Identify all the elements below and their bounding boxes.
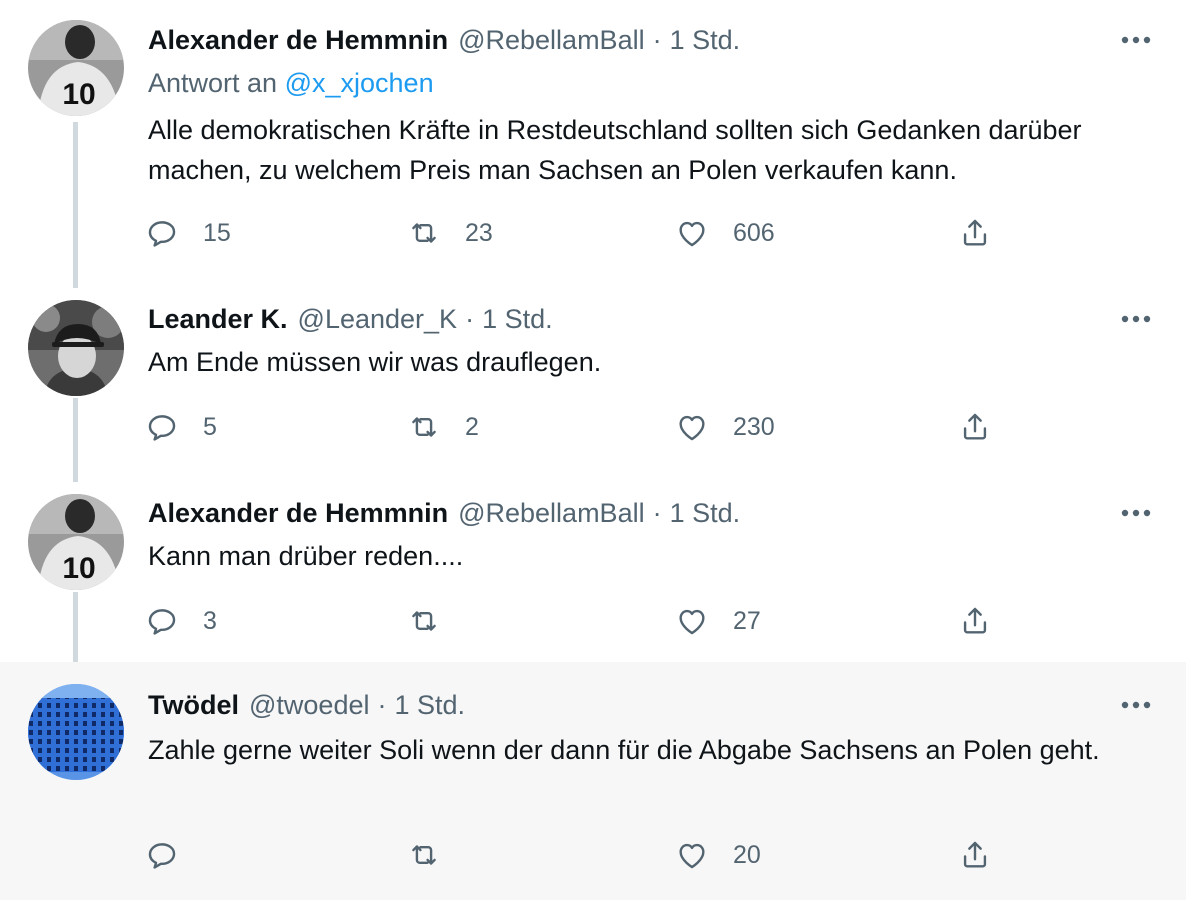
retweet-count: 2 <box>465 412 479 441</box>
separator: · <box>465 303 475 334</box>
share-button[interactable] <box>958 211 992 255</box>
like-count: 230 <box>733 412 775 441</box>
reply-button[interactable] <box>145 833 203 877</box>
like-button[interactable]: 606 <box>675 211 775 255</box>
retweet-icon <box>412 611 436 631</box>
like-count: 606 <box>733 218 775 247</box>
display-name[interactable]: Alexander de Hemmnin <box>148 498 448 529</box>
timestamp[interactable]: 1 Std. <box>394 690 465 721</box>
retweet-button[interactable]: 2 <box>407 405 479 449</box>
reply-count: 3 <box>203 606 217 635</box>
reply-icon <box>148 843 176 869</box>
tweet-actions: 15 23 606 <box>145 211 1045 255</box>
user-handle[interactable]: @Leander_K <box>298 304 458 335</box>
share-icon <box>963 841 987 868</box>
more-button[interactable] <box>1116 493 1156 533</box>
tweet[interactable]: 10 Alexander de Hemmnin @RebellamBall · … <box>0 484 1186 662</box>
avatar[interactable]: 10 <box>28 494 124 590</box>
tweet-header: Alexander de Hemmnin @RebellamBall · 1 S… <box>148 20 740 60</box>
more-horizontal-icon <box>1121 701 1151 709</box>
tweet-text: Zahle gerne weiter Soli wenn der dann fü… <box>148 735 1100 765</box>
reply-button[interactable]: 3 <box>145 599 217 643</box>
share-button[interactable] <box>958 405 992 449</box>
retweet-button[interactable] <box>407 833 465 877</box>
avatar[interactable] <box>28 300 124 396</box>
retweet-button[interactable]: 23 <box>407 211 493 255</box>
reply-button[interactable]: 5 <box>145 405 217 449</box>
avatar[interactable] <box>28 684 124 780</box>
heart-icon <box>679 221 705 247</box>
retweet-icon <box>412 845 436 865</box>
more-button[interactable] <box>1116 20 1156 60</box>
more-button[interactable] <box>1116 685 1156 725</box>
retweet-icon <box>412 417 436 437</box>
tweet-actions: 3 27 <box>145 599 1045 643</box>
reply-button[interactable]: 15 <box>145 211 231 255</box>
tweet-header: Alexander de Hemmnin @RebellamBall · 1 S… <box>148 493 740 533</box>
like-count: 20 <box>733 840 761 869</box>
more-horizontal-icon <box>1121 36 1151 44</box>
reply-context: Antwort an @x_xjochen <box>148 68 434 99</box>
reply-label: Antwort an <box>148 68 278 98</box>
tweet[interactable]: Twödel @twoedel · 1 Std. Zahle gerne wei… <box>0 662 1186 900</box>
retweet-icon <box>412 223 436 243</box>
reply-icon <box>148 415 176 441</box>
tweet[interactable]: 10 Alexander de Hemmnin @RebellamBall · … <box>0 0 1186 290</box>
avatar-jersey-number: 10 <box>62 552 95 585</box>
like-button[interactable]: 20 <box>675 833 761 877</box>
reply-count: 5 <box>203 412 217 441</box>
like-count: 27 <box>733 606 761 635</box>
timestamp[interactable]: 1 Std. <box>670 498 741 529</box>
reply-count: 15 <box>203 218 231 247</box>
heart-icon <box>679 843 705 869</box>
share-button[interactable] <box>958 833 992 877</box>
tweet[interactable]: Leander K. @Leander_K · 1 Std. Am Ende m… <box>0 290 1186 484</box>
share-icon <box>963 607 987 634</box>
more-horizontal-icon <box>1121 315 1151 323</box>
display-name[interactable]: Twödel <box>148 690 239 721</box>
heart-icon <box>679 415 705 441</box>
retweet-count: 23 <box>465 218 493 247</box>
separator: · <box>377 689 387 720</box>
heart-icon <box>679 609 705 635</box>
share-icon <box>963 413 987 440</box>
avatar[interactable]: 10 <box>28 20 124 116</box>
separator: · <box>652 24 662 55</box>
reply-icon <box>148 221 176 247</box>
user-handle[interactable]: @RebellamBall <box>458 498 644 529</box>
more-horizontal-icon <box>1121 509 1151 517</box>
share-icon <box>963 219 987 246</box>
avatar-jersey-number: 10 <box>62 78 95 111</box>
reply-icon <box>148 609 176 635</box>
user-handle[interactable]: @RebellamBall <box>458 25 644 56</box>
more-button[interactable] <box>1116 299 1156 339</box>
tweet-header: Leander K. @Leander_K · 1 Std. <box>148 299 553 339</box>
tweet-text: Alle demokratischen Kräfte in Restdeutsc… <box>148 115 1082 185</box>
like-button[interactable]: 230 <box>675 405 775 449</box>
display-name[interactable]: Alexander de Hemmnin <box>148 25 448 56</box>
reply-mention-link[interactable]: @x_xjochen <box>285 68 434 98</box>
user-handle[interactable]: @twoedel <box>249 690 369 721</box>
tweet-actions: 5 2 230 <box>145 405 1045 449</box>
conversation-thread: 10 Alexander de Hemmnin @RebellamBall · … <box>0 0 1186 900</box>
separator: · <box>652 497 662 528</box>
timestamp[interactable]: 1 Std. <box>670 25 741 56</box>
share-button[interactable] <box>958 599 992 643</box>
retweet-button[interactable] <box>407 599 465 643</box>
tweet-text: Am Ende müssen wir was drauflegen. <box>148 347 602 377</box>
timestamp[interactable]: 1 Std. <box>482 304 553 335</box>
tweet-header: Twödel @twoedel · 1 Std. <box>148 685 465 725</box>
like-button[interactable]: 27 <box>675 599 761 643</box>
tweet-text: Kann man drüber reden.... <box>148 541 464 571</box>
tweet-actions: 20 <box>145 833 1045 877</box>
display-name[interactable]: Leander K. <box>148 304 288 335</box>
